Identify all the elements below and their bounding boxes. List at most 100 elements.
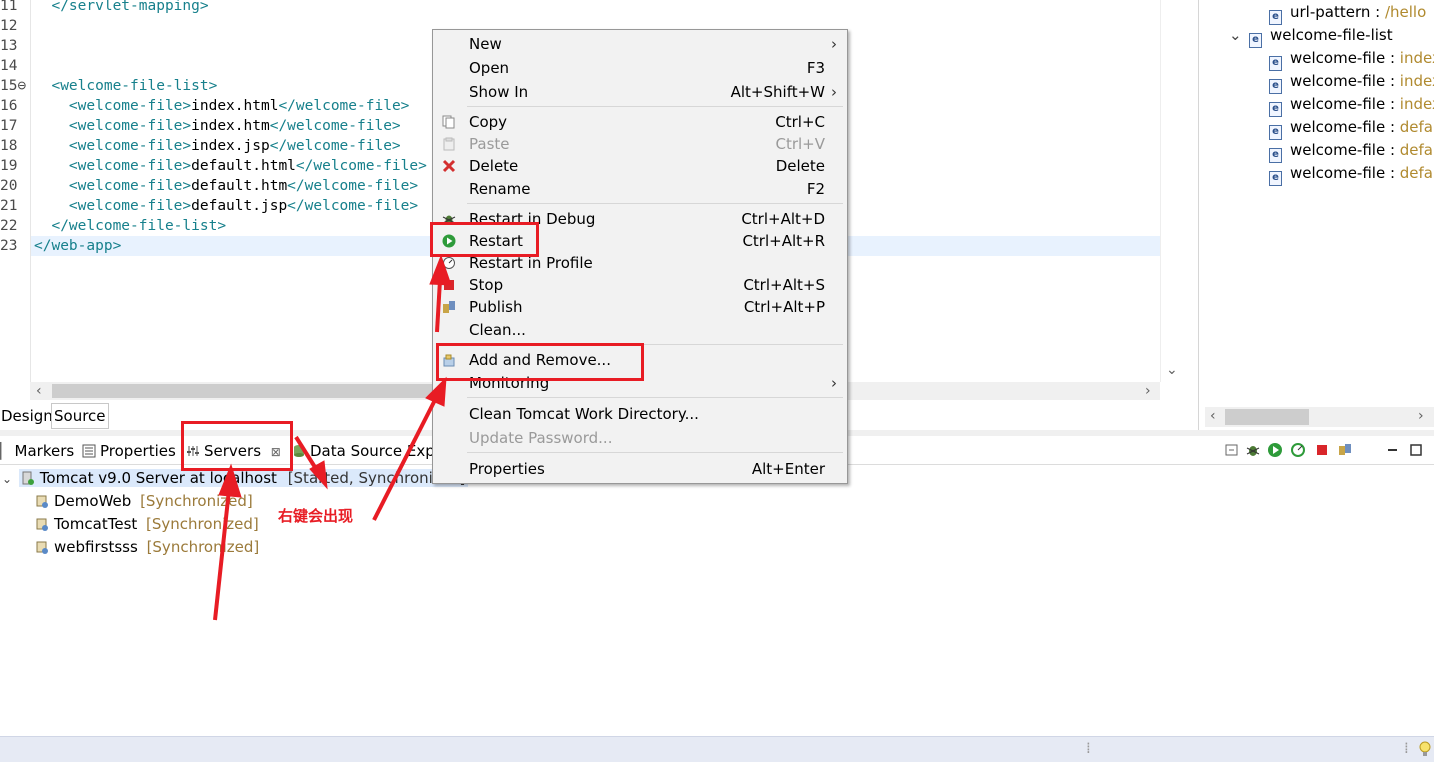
outline-panel: e url-pattern : /hello ⌄ e welcome-file-list… — [1198, 0, 1434, 430]
xml-element-icon: e — [1269, 79, 1282, 94]
outline-item-label: welcome-file : — [1290, 49, 1400, 67]
tab-markers[interactable]: ▏ Markers — [0, 440, 74, 462]
menu-shortcut: Ctrl+C — [775, 113, 825, 131]
xml-text-token: default.htm — [191, 178, 288, 194]
menu-item-copy[interactable]: Copy Ctrl+C — [433, 111, 847, 133]
xml-text-token: index.jsp — [191, 138, 270, 154]
menu-item-stop[interactable]: Stop Ctrl+Alt+S — [433, 274, 847, 296]
submenu-arrow-icon: › — [831, 374, 837, 392]
chevron-left-icon[interactable]: ‹ — [36, 383, 42, 399]
menu-item-show-in[interactable]: Show In Alt+Shift+W › — [433, 81, 847, 103]
outline-item[interactable]: e welcome-file : index — [1269, 47, 1434, 71]
code-line[interactable]: <welcome-file>default.jsp</welcome-file> — [34, 196, 418, 216]
status-separator: ⁞ — [1086, 739, 1091, 757]
web-project-icon — [36, 541, 48, 554]
module-name: TomcatTest — [54, 515, 138, 533]
code-line[interactable]: <welcome-file>default.htm</welcome-file> — [34, 176, 418, 196]
server-module-row[interactable]: TomcatTest [Synchronized] — [36, 513, 259, 535]
module-state: [Synchronized] — [146, 538, 260, 556]
menu-label: Copy — [469, 113, 508, 131]
menu-item-properties[interactable]: Properties Alt+Enter — [433, 458, 847, 480]
menu-shortcut: Ctrl+Alt+R — [742, 232, 825, 250]
outline-horizontal-scrollbar[interactable] — [1205, 407, 1434, 427]
properties-icon — [82, 444, 96, 458]
code-line[interactable]: <welcome-file-list> — [34, 76, 217, 96]
menu-item-clean-tomcat-work-directory[interactable]: Clean Tomcat Work Directory... — [433, 403, 847, 425]
editor-gutter-divider — [30, 0, 31, 382]
annotation-box-servers-tab — [181, 421, 293, 471]
stop-icon — [444, 280, 454, 290]
debug-bug-icon[interactable] — [1245, 442, 1261, 458]
scrollbar-thumb[interactable] — [1225, 409, 1309, 425]
menu-label: Update Password... — [469, 429, 613, 447]
menu-item-publish[interactable]: Publish Ctrl+Alt+P — [433, 296, 847, 318]
annotation-text: 右键会出现 — [278, 507, 354, 525]
code-line[interactable]: <welcome-file>index.jsp</welcome-file> — [34, 136, 401, 156]
menu-item-clean[interactable]: Clean... — [433, 319, 847, 341]
code-line[interactable]: </welcome-file-list> — [34, 216, 226, 236]
editor-vertical-scrollbar[interactable]: ⌄ — [1160, 0, 1183, 382]
start-server-icon[interactable] — [1267, 442, 1283, 458]
xml-element-icon: e — [1269, 10, 1282, 25]
xml-text-token: default.html — [191, 158, 296, 174]
tab-source[interactable]: Source — [51, 403, 109, 429]
database-icon — [294, 445, 304, 457]
publish-icon[interactable] — [1337, 442, 1353, 458]
profile-icon[interactable] — [1290, 442, 1306, 458]
line-number: 14 — [0, 58, 18, 74]
outline-item[interactable]: e welcome-file : defau — [1269, 139, 1434, 163]
line-number: 11 — [0, 0, 18, 14]
outline-item[interactable]: ⌄ e welcome-file-list — [1229, 24, 1393, 48]
xml-element-icon: e — [1269, 171, 1282, 186]
chevron-down-icon[interactable]: ⌄ — [1166, 362, 1178, 378]
menu-shortcut: Delete — [775, 157, 825, 175]
tab-design-label: Design — [1, 407, 53, 425]
stop-server-icon[interactable] — [1314, 442, 1330, 458]
tab-properties-label: Properties — [100, 442, 176, 460]
chevron-down-icon[interactable]: ⌄ — [0, 468, 14, 490]
menu-separator — [467, 452, 843, 453]
servers-tree: ⌄ Tomcat v9.0 Server at localhost [Start… — [0, 466, 1434, 736]
server-module-row[interactable]: DemoWeb [Synchronized] — [36, 490, 253, 512]
tab-data-source-label: Data Source Explo — [310, 442, 449, 460]
menu-label: Stop — [469, 276, 504, 294]
lightbulb-icon[interactable] — [1418, 741, 1432, 757]
menu-shortcut: Alt+Enter — [751, 460, 825, 478]
outline-item[interactable]: e welcome-file : index — [1269, 70, 1434, 94]
code-line[interactable]: </web-app> — [34, 236, 121, 256]
outline-item[interactable]: e welcome-file : index — [1269, 93, 1434, 117]
collapse-icon[interactable] — [1224, 442, 1240, 458]
menu-item-new[interactable]: New › — [433, 33, 847, 55]
markers-icon: ▏ — [0, 442, 12, 460]
outline-item[interactable]: e url-pattern : /hello — [1269, 1, 1427, 25]
tab-design[interactable]: Design — [0, 403, 53, 429]
code-line[interactable]: </servlet-mapping> — [34, 0, 208, 16]
code-line[interactable]: <welcome-file>index.htm</welcome-file> — [34, 116, 401, 136]
xml-element-icon: e — [1269, 148, 1282, 163]
outline-item[interactable]: e welcome-file : defau — [1269, 116, 1434, 140]
chevron-down-icon[interactable]: ⌄ — [1229, 24, 1249, 46]
chevron-right-icon[interactable]: › — [1418, 408, 1424, 424]
code-line[interactable]: <welcome-file>index.html</welcome-file> — [34, 96, 410, 116]
chevron-right-icon[interactable]: › — [1145, 383, 1151, 399]
web-project-icon — [36, 495, 48, 508]
outline-item-value: /hello — [1384, 3, 1427, 21]
menu-label: Clean Tomcat Work Directory... — [469, 405, 699, 423]
scrollbar-thumb[interactable] — [52, 384, 467, 398]
code-line[interactable]: <welcome-file>default.html</welcome-file… — [34, 156, 427, 176]
maximize-icon[interactable] — [1408, 442, 1424, 458]
menu-shortcut: Alt+Shift+W — [730, 83, 825, 101]
outline-item-label: welcome-file : — [1290, 95, 1400, 113]
menu-item-rename[interactable]: Rename F2 — [433, 178, 847, 200]
menu-item-open[interactable]: Open F3 — [433, 57, 847, 79]
menu-item-delete[interactable]: Delete Delete — [433, 155, 847, 177]
menu-separator — [467, 397, 843, 398]
tab-data-source-explorer[interactable]: Data Source Explo — [292, 440, 448, 462]
outline-item[interactable]: e welcome-file : defau — [1269, 162, 1434, 186]
chevron-left-icon[interactable]: ‹ — [1210, 408, 1216, 424]
line-number: 15⊖ — [0, 78, 27, 94]
line-number: 21 — [0, 198, 18, 214]
minimize-icon[interactable] — [1385, 442, 1401, 458]
server-module-row[interactable]: webfirstsss [Synchronized] — [36, 536, 259, 558]
tab-properties[interactable]: Properties — [82, 440, 176, 462]
